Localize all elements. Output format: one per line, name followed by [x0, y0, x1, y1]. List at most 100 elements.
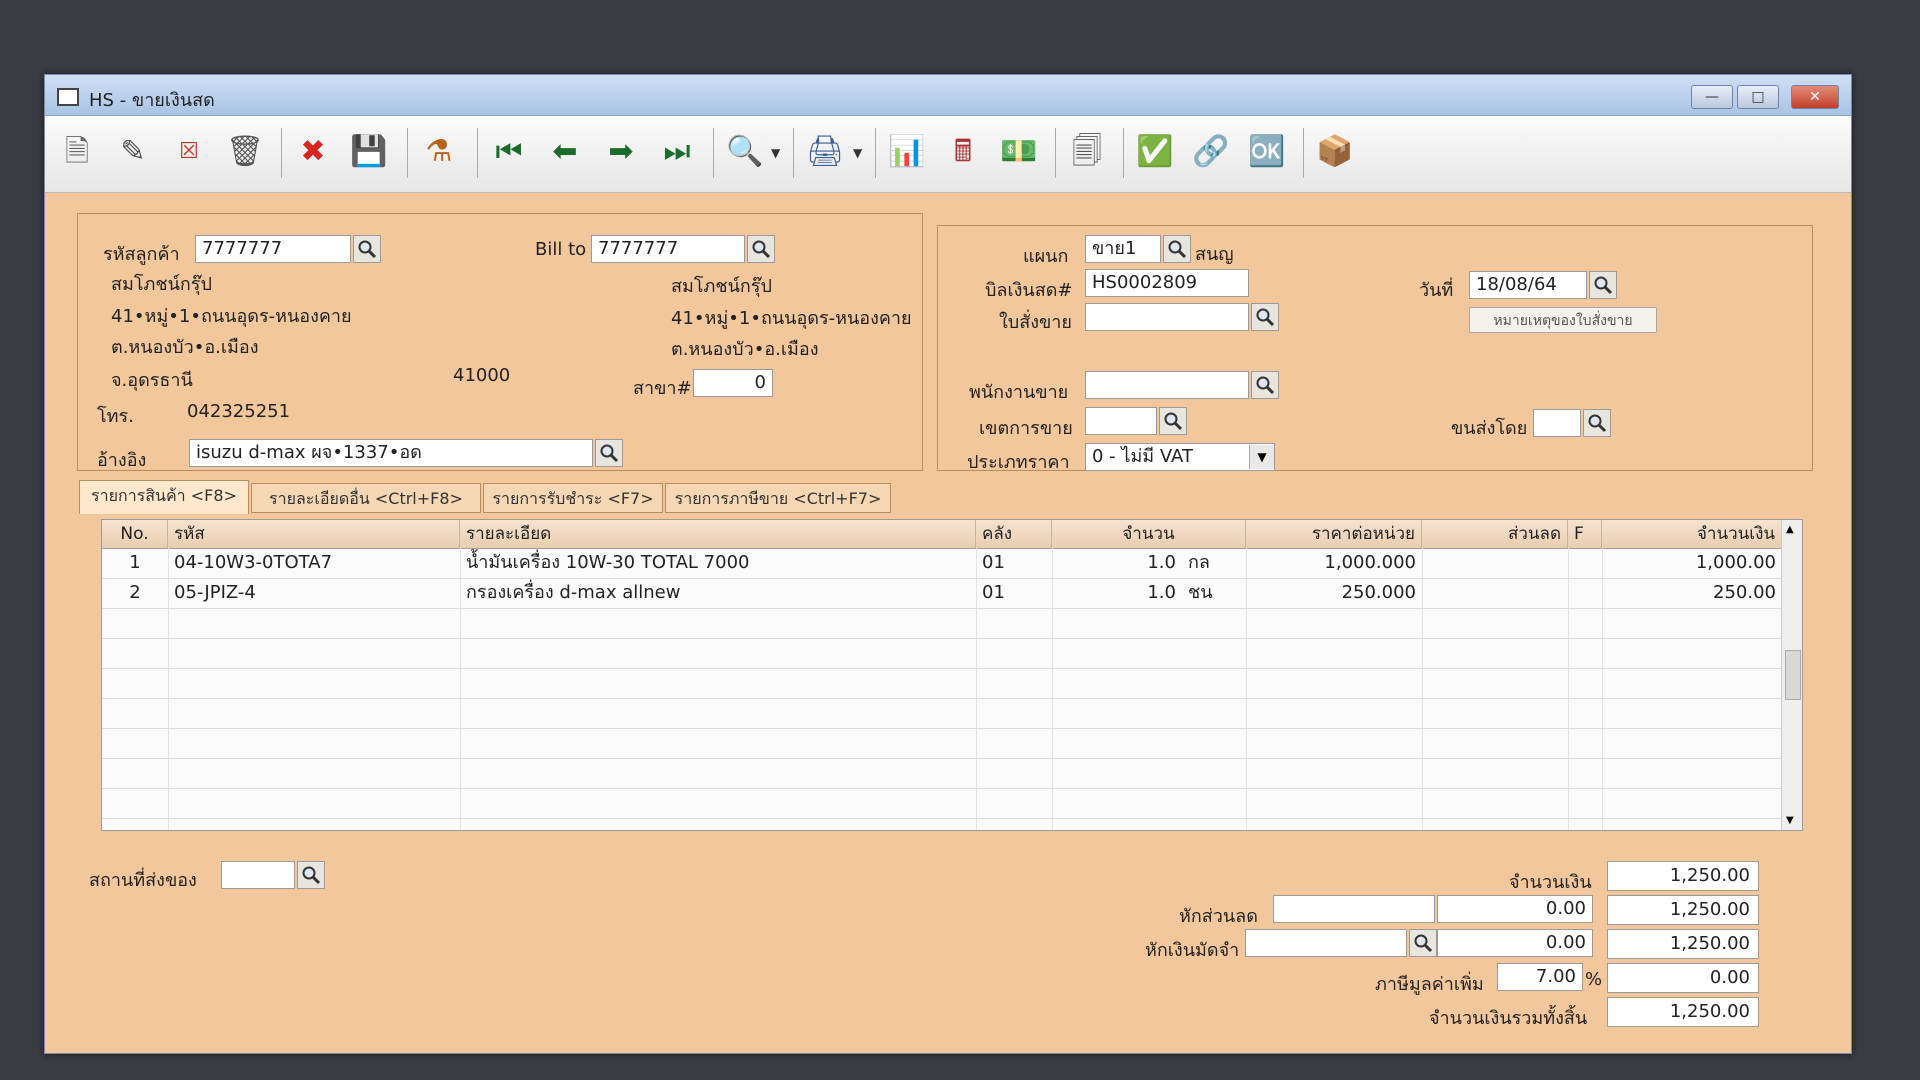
column-header-code[interactable]: รหัส	[168, 520, 460, 548]
save-icon[interactable]: 💾	[347, 128, 391, 176]
vat-label: ภาษีมูลค่าเพิ่ม	[1375, 974, 1484, 995]
customer-code-input[interactable]: 7777777	[195, 235, 351, 263]
bill-to-lookup-icon[interactable]	[747, 235, 775, 263]
link-icon[interactable]: 🔗	[1189, 128, 1233, 176]
sales-area-input[interactable]	[1085, 407, 1157, 435]
date-input[interactable]: 18/08/64	[1469, 271, 1587, 299]
table-row[interactable]: 2 05-JPIZ-4 กรองเครื่อง d-max allnew 01 …	[102, 578, 1782, 609]
row-discount	[1422, 548, 1568, 578]
column-header-quantity[interactable]: จำนวน	[1052, 520, 1246, 548]
vat-rate-input[interactable]: 7.00	[1497, 963, 1583, 991]
table-scrollbar[interactable]: ▲ ▼	[1781, 520, 1802, 830]
row-description: กรองเครื่อง d-max allnew	[466, 582, 681, 603]
export-icon[interactable]: 📦	[1313, 128, 1357, 176]
salesperson-lookup-icon[interactable]	[1251, 371, 1279, 399]
trash-icon[interactable]: 🗑	[223, 128, 267, 176]
discount-value[interactable]: 0.00	[1437, 895, 1593, 923]
maximize-button[interactable]: □	[1737, 85, 1779, 109]
table-row[interactable]	[102, 758, 1782, 789]
cash-bill-input[interactable]: HS0002809	[1085, 269, 1249, 297]
close-button[interactable]: ✕	[1791, 85, 1839, 109]
amount-label: จำนวนเงิน	[1509, 872, 1592, 893]
table-row[interactable]	[102, 698, 1782, 729]
approve-icon[interactable]: ⚗	[417, 128, 461, 176]
price-type-select[interactable]: 0 - ไม่มี VAT	[1085, 443, 1275, 471]
discount-label: หักส่วนลด	[1179, 906, 1258, 927]
sales-order-lookup-icon[interactable]	[1251, 303, 1279, 331]
column-header-description[interactable]: รายละเอียด	[460, 520, 976, 548]
deposit-input[interactable]	[1245, 929, 1407, 957]
scroll-up-icon[interactable]: ▲	[1786, 524, 1794, 535]
column-header-discount[interactable]: ส่วนลด	[1422, 520, 1568, 548]
print-dropdown-icon[interactable]: ▼	[853, 146, 862, 160]
table-row[interactable]: 1 04-10W3-0TOTA7 น้ำมันเครื่อง 10W-30 TO…	[102, 548, 1782, 579]
row-unit: กล	[1188, 552, 1210, 573]
approve-ok-icon[interactable]: ✅	[1133, 128, 1177, 176]
row-unit-price: 250.000	[1341, 582, 1416, 603]
column-header-amount[interactable]: จำนวนเงิน	[1602, 520, 1782, 548]
receipt-icon[interactable]: 🗐	[1065, 128, 1109, 176]
minimize-button[interactable]: —	[1691, 85, 1733, 109]
column-header-unit-price[interactable]: ราคาต่อหน่วย	[1246, 520, 1422, 548]
last-record-icon[interactable]: ⏭	[655, 128, 699, 176]
salesperson-input[interactable]	[1085, 371, 1249, 399]
department-input[interactable]: ขาย1	[1085, 235, 1161, 263]
table-row[interactable]	[102, 788, 1782, 819]
first-record-icon[interactable]: ⏮	[487, 128, 531, 176]
next-record-icon[interactable]: ➡	[599, 128, 643, 176]
bill-to-input[interactable]: 7777777	[591, 235, 745, 263]
amount-total: 1,250.00	[1607, 861, 1759, 891]
delivery-location-lookup-icon[interactable]	[297, 861, 325, 889]
ship-by-lookup-icon[interactable]	[1583, 409, 1611, 437]
branch-input[interactable]: 0	[693, 369, 773, 397]
money-icon[interactable]: 💵	[997, 128, 1041, 176]
delivery-location-label: สถานที่ส่งของ	[89, 870, 197, 891]
tab-other-details[interactable]: รายละเอียดอื่น <Ctrl+F8>	[251, 483, 481, 513]
discount-input[interactable]	[1273, 895, 1435, 923]
delivery-location-input[interactable]	[221, 861, 295, 889]
deposit-value[interactable]: 0.00	[1437, 929, 1593, 957]
void-icon[interactable]: ☒	[167, 128, 211, 176]
tab-items[interactable]: รายการสินค้า <F8>	[79, 480, 249, 514]
confirm-ok-icon[interactable]: 🆗	[1245, 128, 1289, 176]
chevron-down-icon[interactable]: ▼	[1249, 445, 1274, 469]
scrollbar-thumb[interactable]	[1785, 650, 1801, 700]
column-header-no[interactable]: No.	[102, 520, 168, 548]
sales-area-lookup-icon[interactable]	[1159, 407, 1187, 435]
reference-input[interactable]: isuzu d-max ผจ•1337•อด	[189, 439, 593, 467]
search-dropdown-icon[interactable]: ▼	[771, 146, 780, 160]
date-picker-icon[interactable]	[1589, 271, 1617, 299]
report-icon[interactable]: 📊	[885, 128, 929, 176]
department-lookup-icon[interactable]	[1163, 235, 1191, 263]
ship-by-label: ขนส่งโดย	[1451, 418, 1528, 439]
table-row[interactable]	[102, 728, 1782, 759]
deposit-lookup-icon[interactable]	[1409, 929, 1437, 957]
title-bar[interactable]: HS - ขายเงินสด — □ ✕	[45, 75, 1851, 116]
previous-record-icon[interactable]: ⬅	[543, 128, 587, 176]
customer-code-label: รหัสลูกค้า	[103, 244, 180, 265]
ship-by-input[interactable]	[1533, 409, 1581, 437]
after-deposit-total: 1,250.00	[1607, 929, 1759, 959]
edit-icon[interactable]: ✎	[111, 128, 155, 176]
print-icon[interactable]: 🖨	[803, 128, 847, 176]
scroll-down-icon[interactable]: ▼	[1786, 815, 1794, 826]
reference-lookup-icon[interactable]	[595, 439, 623, 467]
search-icon[interactable]: 🔍	[723, 128, 767, 176]
table-row[interactable]	[102, 638, 1782, 669]
tab-payments[interactable]: รายการรับชำระ <F7>	[483, 483, 663, 513]
sales-window: HS - ขายเงินสด — □ ✕ 🗎 ✎ ☒ 🗑 ✖ 💾 ⚗ ⏮ ⬅ ➡…	[44, 74, 1852, 1054]
customer-lookup-icon[interactable]	[353, 235, 381, 263]
table-row[interactable]	[102, 668, 1782, 699]
cancel-icon[interactable]: ✖	[291, 128, 335, 176]
customer-address-line1: 41•หมู่•1•ถนนอุดร-หนองคาย	[111, 306, 352, 327]
tab-sales-tax[interactable]: รายการภาษีขาย <Ctrl+F7>	[665, 483, 891, 513]
row-code: 05-JPIZ-4	[174, 582, 256, 603]
sales-order-note-button[interactable]: หมายเหตุของใบสั่งขาย	[1469, 307, 1657, 333]
new-document-icon[interactable]: 🗎	[55, 128, 99, 176]
column-header-warehouse[interactable]: คลัง	[976, 520, 1052, 548]
column-header-flag[interactable]: F	[1568, 520, 1602, 548]
calculator-icon[interactable]: 🖩	[941, 128, 985, 176]
bill-to-name: สมโภชน์กรุ๊ป	[671, 276, 772, 297]
table-row[interactable]	[102, 608, 1782, 639]
sales-order-input[interactable]	[1085, 303, 1249, 331]
